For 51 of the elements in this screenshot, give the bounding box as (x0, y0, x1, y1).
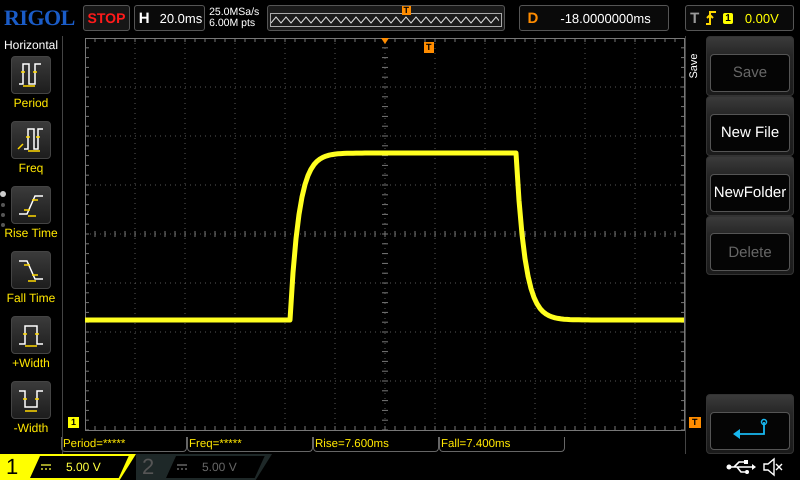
measure-button[interactable] (11, 381, 51, 419)
trigger-panel[interactable]: T 1 0.00V (685, 5, 794, 31)
timebase-panel[interactable]: H 20.0ms (134, 5, 206, 31)
delay-value: -18.0000000ms (560, 10, 651, 26)
channel-scale: 5.00 V (66, 460, 101, 474)
timebase-value: 20.0ms (160, 10, 202, 26)
measure-label: Fall Time (6, 291, 56, 305)
measure-button[interactable] (11, 56, 51, 94)
page-dot[interactable] (1, 213, 5, 217)
delay-panel[interactable]: D -18.0000000ms (518, 5, 670, 31)
measurement-readout: Fall=7.400ms (439, 437, 565, 452)
trigger-position-marker: T (424, 42, 434, 53)
brand-logo: RIGOL (4, 5, 76, 31)
trigger-level-marker: T (689, 417, 700, 428)
trigger-marker: T (402, 6, 412, 15)
memory-depth: 6.00M pts (209, 18, 256, 29)
trigger-label: T (690, 10, 700, 26)
measure-button[interactable] (11, 316, 51, 354)
page-dot[interactable] (0, 191, 6, 197)
measure-label: Freq (18, 161, 44, 175)
trigger-source: 1 (723, 12, 733, 24)
page-dot[interactable] (1, 223, 5, 227)
dc-coupling-icon (176, 463, 188, 471)
channel-scale: 5.00 V (202, 460, 237, 474)
channel-number: 1 (6, 454, 20, 480)
channel-tab[interactable]: 1 5.00 V (0, 454, 136, 480)
softkey-button[interactable]: New File (710, 114, 790, 152)
rising-edge-icon (705, 11, 718, 25)
measure-label: Rise Time (4, 226, 58, 240)
usb-icon (726, 459, 756, 475)
softkey-button[interactable]: NewFolder (710, 174, 790, 212)
dc-coupling-icon (40, 463, 52, 471)
sample-rate: 25.0MSa/s (209, 7, 260, 18)
horizontal-label: H (138, 10, 150, 26)
measurement-readout: Period=***** (61, 437, 187, 452)
measure-button[interactable] (11, 121, 51, 159)
measurement-readout: Rise=7.600ms (313, 437, 439, 452)
page-dot[interactable] (1, 203, 5, 207)
channel-offset-marker: 1 (68, 417, 80, 428)
speaker-muted-icon (762, 457, 784, 477)
measure-label: -Width (14, 421, 48, 435)
measurement-readout: Freq=***** (187, 437, 313, 452)
trigger-level: 0.00V (744, 10, 779, 26)
delay-label: D (528, 10, 538, 26)
return-button[interactable] (710, 412, 790, 450)
measure-label: Period (14, 96, 48, 110)
run-stop-button[interactable]: STOP (83, 5, 130, 31)
menu-title: Horizontal (4, 38, 58, 52)
measure-label: +Width (12, 356, 50, 370)
measure-button[interactable] (11, 251, 51, 289)
measure-button[interactable] (11, 186, 51, 224)
